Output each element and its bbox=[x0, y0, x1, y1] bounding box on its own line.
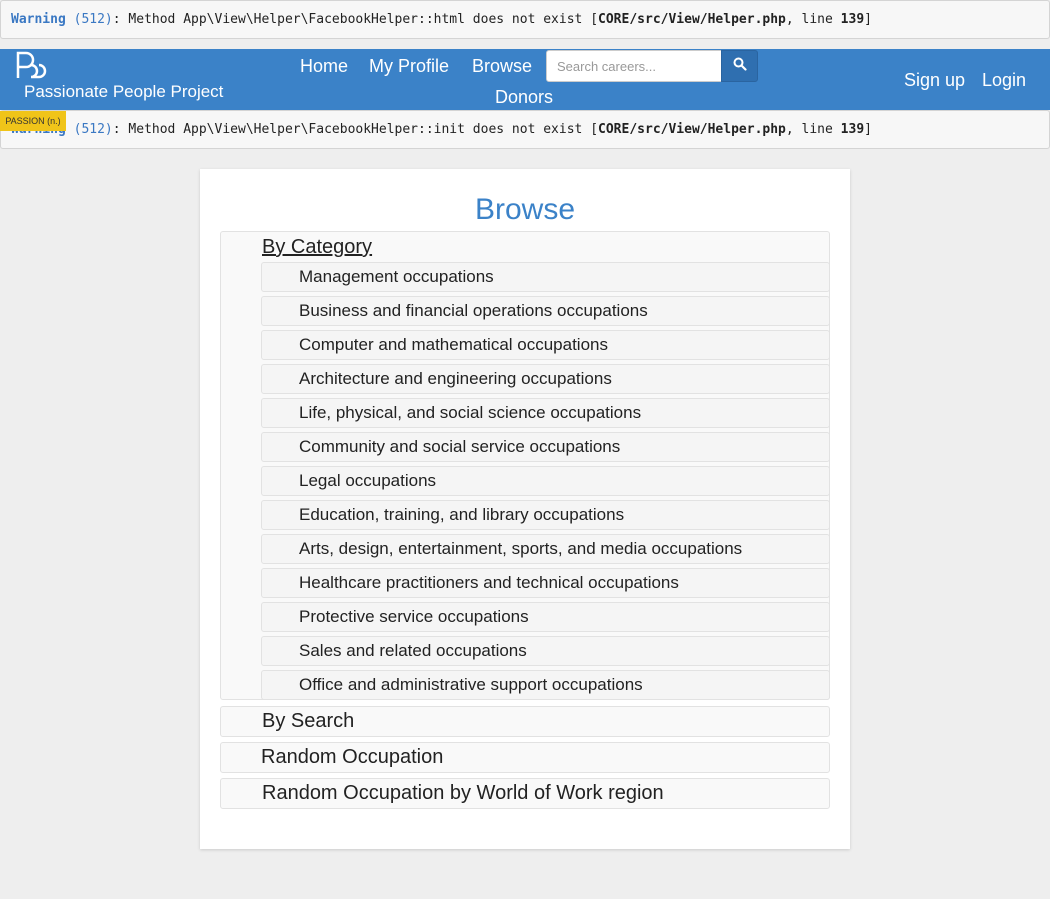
category-item[interactable]: Arts, design, entertainment, sports, and… bbox=[261, 534, 830, 564]
nav-browse-link[interactable]: Browse bbox=[472, 56, 532, 77]
category-item[interactable]: Protective service occupations bbox=[261, 602, 830, 632]
by-search-panel: By Search bbox=[220, 706, 830, 737]
category-item[interactable]: Healthcare practitioners and technical o… bbox=[261, 568, 830, 598]
page-title: Browse bbox=[474, 193, 576, 226]
warning-message-2: Warning (512): Method App\View\Helper\Fa… bbox=[0, 110, 1050, 149]
search-input[interactable] bbox=[546, 50, 722, 82]
category-item[interactable]: Community and social service occupations bbox=[261, 432, 830, 462]
by-search-toggle[interactable]: By Search bbox=[262, 710, 354, 733]
category-item[interactable]: Legal occupations bbox=[261, 466, 830, 496]
login-link[interactable]: Login bbox=[982, 70, 1026, 91]
by-category-panel: By Category Management occupations Busine… bbox=[220, 231, 830, 700]
category-item[interactable]: Office and administrative support occupa… bbox=[261, 670, 830, 700]
category-item[interactable]: Education, training, and library occupat… bbox=[261, 500, 830, 530]
nav-donors-link[interactable]: Donors bbox=[495, 87, 553, 108]
category-item[interactable]: Life, physical, and social science occup… bbox=[261, 398, 830, 428]
browse-card: Browse By Category Management occupation… bbox=[200, 169, 850, 849]
category-item[interactable]: Management occupations bbox=[261, 262, 830, 292]
random-occupation-link[interactable]: Random Occupation bbox=[261, 746, 443, 769]
search-icon bbox=[733, 57, 747, 76]
search-button[interactable] bbox=[721, 50, 758, 82]
passion-badge: PASSION (n.) bbox=[0, 111, 66, 131]
random-region-panel: Random Occupation by World of Work regio… bbox=[220, 778, 830, 809]
category-item[interactable]: Business and financial operations occupa… bbox=[261, 296, 830, 326]
warning-message-1: Warning (512): Method App\View\Helper\Fa… bbox=[0, 0, 1050, 39]
brand-logo-icon[interactable] bbox=[14, 49, 48, 81]
by-category-toggle[interactable]: By Category bbox=[262, 236, 372, 259]
random-occupation-panel: Random Occupation bbox=[220, 742, 830, 773]
nav-home-link[interactable]: Home bbox=[300, 56, 348, 77]
random-region-link[interactable]: Random Occupation by World of Work regio… bbox=[262, 782, 664, 805]
brand-name[interactable]: Passionate People Project bbox=[24, 82, 223, 102]
nav-my-profile-link[interactable]: My Profile bbox=[369, 56, 449, 77]
category-item[interactable]: Sales and related occupations bbox=[261, 636, 830, 666]
category-item[interactable]: Computer and mathematical occupations bbox=[261, 330, 830, 360]
category-item[interactable]: Architecture and engineering occupations bbox=[261, 364, 830, 394]
signup-link[interactable]: Sign up bbox=[904, 70, 965, 91]
navbar: Passionate People Project Home My Profil… bbox=[0, 49, 1050, 110]
